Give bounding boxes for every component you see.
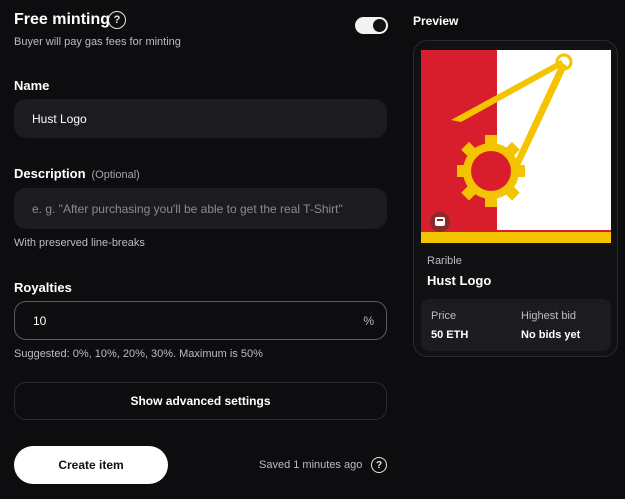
nft-image [421,50,611,243]
price-info-panel: Price 50 ETH Highest bid No bids yet [421,299,611,351]
show-advanced-settings-button[interactable]: Show advanced settings [14,382,387,420]
toggle-knob [373,19,386,32]
optional-tag: (Optional) [91,169,140,181]
royalties-label: Royalties [14,280,72,295]
royalties-input[interactable]: 10 % [14,301,387,340]
royalties-value: 10 [33,313,47,328]
highest-bid-value: No bids yet [521,329,581,341]
name-label: Name [14,78,50,93]
description-label: Description (Optional) [14,166,140,181]
royalties-hint: Suggested: 0%, 10%, 20%, 30%. Maximum is… [14,348,263,360]
description-input[interactable]: e. g. "After purchasing you'll be able t… [14,188,387,229]
saved-status: Saved 1 minutes ago [259,459,363,471]
name-value: Hust Logo [32,111,87,126]
percent-unit: % [363,313,374,328]
price-label: Price [431,310,457,322]
price-value: 50 ETH [431,329,469,341]
free-minting-title: Free minting [14,11,111,28]
free-minting-subtitle: Buyer will pay gas fees for minting [14,36,181,48]
create-item-button[interactable]: Create item [14,446,168,484]
description-label-text: Description [14,166,86,181]
saved-help-icon[interactable]: ? [371,457,387,473]
help-icon[interactable]: ? [108,11,126,29]
collection-name[interactable]: Rarible [427,255,462,267]
highest-bid-label: Highest bid [521,310,577,322]
preview-card[interactable]: Rarible Hust Logo Price 50 ETH Highest b… [413,40,618,357]
description-placeholder: e. g. "After purchasing you'll be able t… [32,201,343,216]
free-minting-toggle[interactable] [355,17,388,34]
name-input[interactable]: Hust Logo [14,99,387,138]
item-name: Hust Logo [427,273,492,288]
preview-heading: Preview [413,14,459,28]
description-hint: With preserved line-breaks [14,237,145,249]
